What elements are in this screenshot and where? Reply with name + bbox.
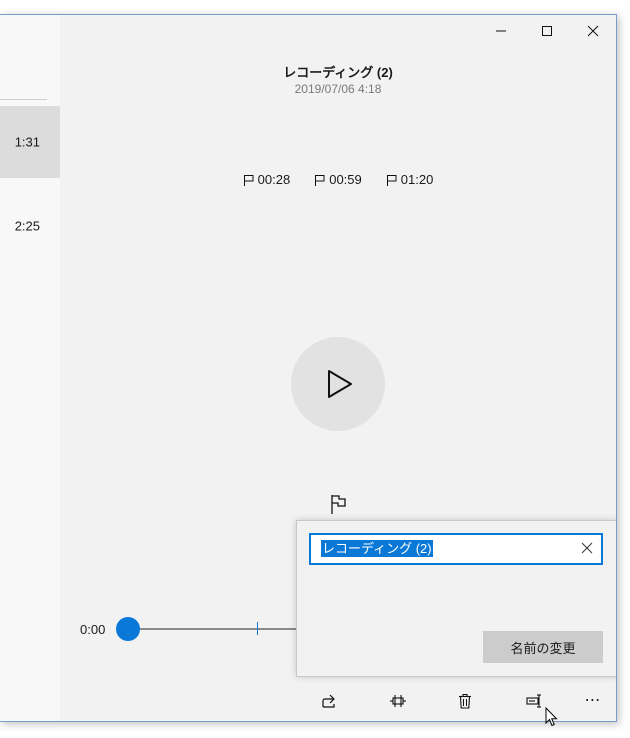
flag-icon	[315, 174, 325, 186]
current-time: 0:00	[80, 622, 106, 637]
close-icon	[587, 25, 599, 37]
marker-list: 00:28 00:59 01:20	[60, 172, 616, 187]
trim-icon	[390, 695, 406, 707]
more-options-button[interactable]: ⋯	[578, 687, 608, 715]
list-item[interactable]: 2:25	[0, 190, 60, 262]
recording-duration: 1:31	[14, 134, 40, 150]
recording-date: 2019/07/06 4:18	[294, 82, 382, 96]
marker-item[interactable]: 00:59	[314, 172, 362, 187]
maximize-button[interactable]	[524, 15, 570, 47]
list-item[interactable]: 1:31	[0, 106, 60, 178]
minimize-button[interactable]	[478, 15, 524, 47]
list-divider	[0, 99, 47, 100]
rename-flyout: レコーディング (2) 名前の変更	[296, 520, 616, 677]
rename-confirm-button[interactable]: 名前の変更	[483, 631, 603, 663]
seek-thumb[interactable]	[116, 617, 140, 641]
marker-item[interactable]: 01:20	[386, 172, 434, 187]
trim-button[interactable]	[383, 687, 413, 715]
voice-recorder-window: 1:31 2:25 レコーディング (2) 2019/07/06 4:18 00…	[0, 14, 617, 722]
rename-input[interactable]: レコーディング (2)	[309, 533, 603, 565]
marker-time: 00:28	[257, 172, 291, 187]
marker-item[interactable]: 00:28	[243, 172, 291, 187]
progress-track[interactable]	[126, 628, 298, 630]
add-marker-flag-icon[interactable]	[328, 493, 350, 515]
play-button[interactable]	[291, 337, 385, 431]
flag-icon	[243, 174, 254, 186]
share-button[interactable]	[315, 687, 345, 715]
mouse-cursor-icon	[545, 707, 558, 727]
marker-time: 00:59	[329, 172, 362, 187]
recording-title: レコーディング (2)	[283, 65, 393, 80]
recording-detail: レコーディング (2) 2019/07/06 4:18 00:28 00:59 …	[60, 15, 616, 721]
close-button[interactable]	[570, 15, 616, 47]
recordings-list: 1:31 2:25	[0, 15, 60, 721]
recording-duration: 2:25	[14, 218, 40, 234]
marker-time: 01:20	[400, 172, 434, 187]
rename-input-text: レコーディング (2)	[321, 540, 433, 557]
share-icon	[322, 694, 335, 708]
delete-button[interactable]	[450, 687, 480, 715]
flag-icon	[386, 174, 397, 186]
maximize-icon	[542, 26, 552, 36]
trash-icon	[459, 693, 471, 709]
minimize-icon	[496, 30, 506, 32]
play-icon	[328, 370, 352, 398]
marker-tick	[257, 622, 258, 635]
rename-icon	[526, 694, 541, 708]
clear-icon[interactable]	[581, 542, 593, 554]
